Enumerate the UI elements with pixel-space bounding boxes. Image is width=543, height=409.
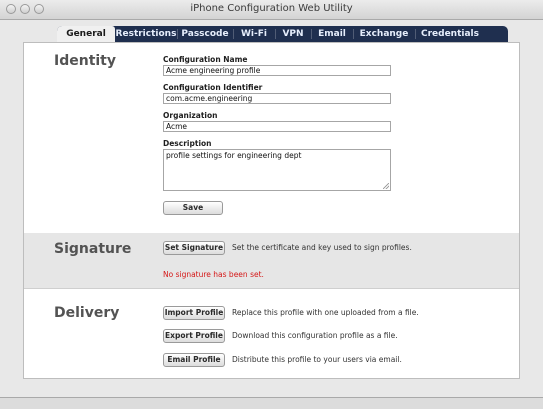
- config-identifier-field[interactable]: com.acme.engineering: [163, 93, 391, 104]
- tab-general[interactable]: General: [57, 26, 115, 42]
- tab-email[interactable]: Email: [311, 26, 353, 42]
- email-profile-button[interactable]: Email Profile: [163, 353, 225, 367]
- tab-vpn[interactable]: VPN: [275, 26, 311, 42]
- tab-wifi[interactable]: Wi-Fi: [233, 26, 275, 42]
- title-bar: iPhone Configuration Web Utility: [0, 0, 543, 20]
- tab-restrictions[interactable]: Restrictions: [115, 26, 177, 42]
- signature-description: Set the certificate and key used to sign…: [232, 243, 412, 252]
- email-profile-description: Distribute this profile to your users vi…: [232, 355, 402, 364]
- identity-heading: Identity: [54, 53, 117, 69]
- export-profile-description: Download this configuration profile as a…: [232, 331, 398, 340]
- save-button[interactable]: Save: [163, 201, 223, 215]
- signature-heading: Signature: [54, 241, 132, 257]
- signature-error: No signature has been set.: [163, 270, 264, 279]
- organization-label: Organization: [163, 111, 218, 120]
- delivery-heading: Delivery: [54, 305, 120, 321]
- tab-bar: General Restrictions Passcode Wi-Fi VPN …: [57, 26, 508, 42]
- tab-credentials[interactable]: Credentials: [415, 26, 485, 42]
- window-title: iPhone Configuration Web Utility: [190, 3, 353, 14]
- organization-field[interactable]: Acme: [163, 121, 391, 132]
- description-textarea[interactable]: profile settings for engineering dept: [163, 149, 391, 191]
- export-profile-button[interactable]: Export Profile: [163, 329, 225, 343]
- section-divider: [24, 288, 519, 289]
- tab-passcode[interactable]: Passcode: [177, 26, 233, 42]
- status-bar: [0, 397, 543, 409]
- config-name-field[interactable]: Acme engineering profile: [163, 65, 391, 76]
- config-identifier-label: Configuration Identifier: [163, 83, 263, 92]
- config-name-label: Configuration Name: [163, 55, 248, 64]
- app-window: iPhone Configuration Web Utility General…: [0, 0, 543, 409]
- import-profile-button[interactable]: Import Profile: [163, 306, 225, 320]
- description-label: Description: [163, 139, 212, 148]
- content-panel: Identity Configuration Name Acme enginee…: [23, 42, 520, 379]
- set-signature-button[interactable]: Set Signature: [163, 241, 225, 255]
- import-profile-description: Replace this profile with one uploaded f…: [232, 308, 419, 317]
- description-text: profile settings for engineering dept: [166, 151, 302, 160]
- resize-grip-icon[interactable]: [383, 183, 389, 189]
- tab-exchange[interactable]: Exchange: [353, 26, 415, 42]
